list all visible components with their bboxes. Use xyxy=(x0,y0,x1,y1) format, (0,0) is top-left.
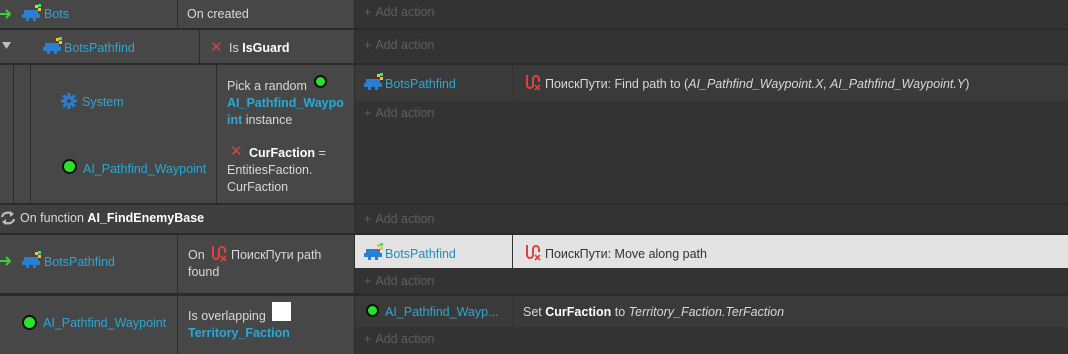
invert-x-icon: ✕ xyxy=(230,143,243,160)
path-found-condition-cell[interactable] xyxy=(178,235,354,293)
invert-x-icon: ✕ xyxy=(210,39,223,56)
move-along-path-action-object-label: BotsPathfind xyxy=(385,247,456,261)
isguard-condition-label: Is IsGuard xyxy=(229,41,290,55)
sprite-dot-icon xyxy=(62,159,77,174)
sprite-icon xyxy=(364,243,383,260)
nested-margin-inner xyxy=(14,65,30,203)
nested-event-object-cell[interactable] xyxy=(31,65,216,203)
function-title: On function AI_FindEnemyBase xyxy=(20,211,205,225)
add-action-button[interactable]: + Add action xyxy=(364,274,434,288)
curfaction-compare-line2: EntitiesFaction. xyxy=(227,163,313,177)
set-curfaction-action-object-label: AI_Pathfind_Wayp... xyxy=(385,305,499,319)
sprite-dot-icon xyxy=(22,315,37,330)
pathfinding-behavior-icon xyxy=(526,75,541,91)
find-path-action-object-label: BotsPathfind xyxy=(385,77,456,91)
pick-random-line3: int instance xyxy=(227,113,293,127)
gear-icon xyxy=(61,93,77,109)
sprite-icon xyxy=(364,73,383,90)
sprite-icon xyxy=(22,251,41,268)
pick-random-object-a: AI_Pathfind_Waypo xyxy=(227,96,344,110)
overlap-object-label: AI_Pathfind_Waypoint xyxy=(43,316,167,330)
curfaction-compare-line1: CurFaction = xyxy=(249,146,326,160)
pathfinding-behavior-icon xyxy=(526,245,541,261)
event-bots-object-label: Bots xyxy=(44,7,70,21)
path-found-on-label: On xyxy=(188,248,205,262)
plus-icon: + xyxy=(364,5,372,19)
sprite-icon xyxy=(43,37,62,54)
add-action-button[interactable]: + Add action xyxy=(364,332,434,346)
overlap-condition-cell[interactable] xyxy=(178,296,354,354)
curfaction-compare-line3: CurFaction xyxy=(227,180,289,194)
sub-event-botspathfind-label: BotsPathfind xyxy=(64,41,135,55)
nested-margin-outer xyxy=(0,65,13,203)
pick-random-line1: Pick a random xyxy=(227,79,307,93)
white-sprite-thumbnail-icon xyxy=(272,302,291,321)
path-found-object-label: BotsPathfind xyxy=(44,255,115,269)
sub-event-botspathfind-action-area[interactable] xyxy=(355,30,1068,63)
set-curfaction-action-text: Set CurFaction to Territory_Faction.TerF… xyxy=(523,305,785,319)
overlap-condition-object: Territory_Faction xyxy=(188,326,290,340)
collapse-triangle-icon[interactable] xyxy=(2,42,11,49)
plus-icon: + xyxy=(364,212,372,226)
sprite-icon xyxy=(22,4,41,21)
event-bots-condition-label: On created xyxy=(187,7,249,21)
sprite-dot-icon xyxy=(314,75,327,88)
sprite-dot-icon xyxy=(366,304,379,317)
add-action-button[interactable]: + Add action xyxy=(364,106,434,120)
plus-icon: + xyxy=(364,332,372,346)
path-found-condition-text: ПоискПути path xyxy=(231,248,322,262)
arrow-right-icon xyxy=(0,256,12,266)
add-action-button[interactable]: + Add action xyxy=(364,5,434,19)
event-bots-action-area[interactable] xyxy=(355,0,1068,28)
system-object-label: System xyxy=(82,95,124,109)
waypoint-object-label: AI_Pathfind_Waypoint xyxy=(83,162,207,176)
path-found-condition-text2: found xyxy=(188,265,220,279)
add-action-button[interactable]: + Add action xyxy=(364,38,434,52)
plus-icon: + xyxy=(364,274,372,288)
plus-icon: + xyxy=(364,106,372,120)
move-along-path-action-text: ПоискПути: Move along path xyxy=(545,247,707,261)
find-path-action-text: ПоискПути: Find path to (AI_Pathfind_Way… xyxy=(545,77,970,91)
pathfinding-behavior-icon xyxy=(212,246,227,262)
plus-icon: + xyxy=(364,38,372,52)
overlap-condition-text: Is overlapping xyxy=(188,309,266,323)
add-action-button[interactable]: + Add action xyxy=(364,212,434,226)
function-action-area[interactable] xyxy=(355,205,1068,233)
loop-arrows-icon xyxy=(0,211,16,225)
arrow-right-icon xyxy=(0,9,12,19)
